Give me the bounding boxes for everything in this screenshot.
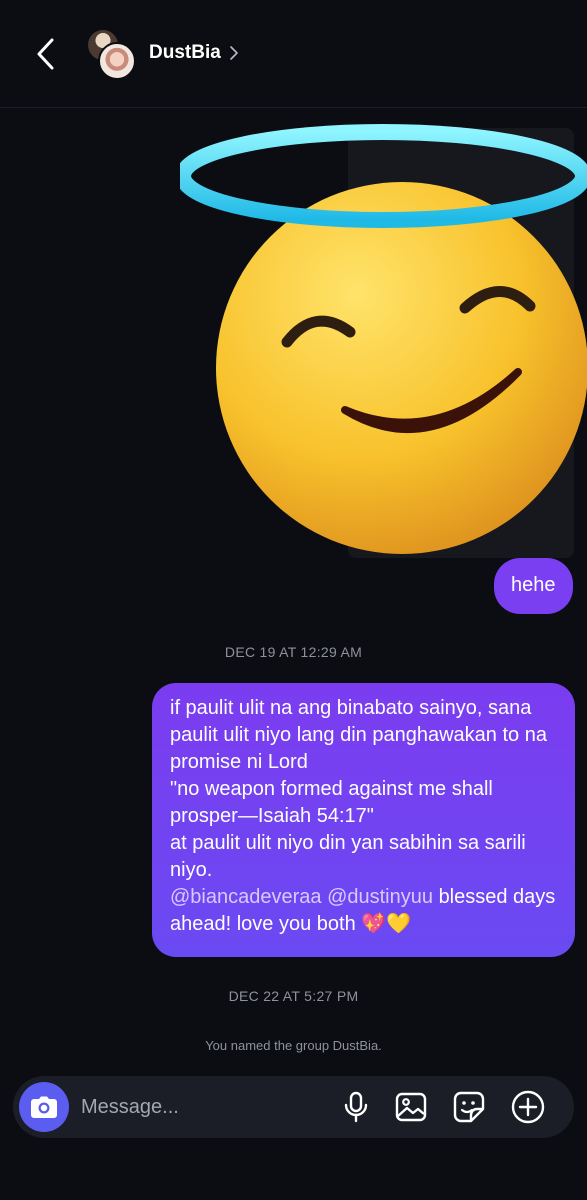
microphone-icon [344, 1091, 368, 1123]
mention-link[interactable]: @dustinyuu [327, 886, 433, 908]
group-name: DustBia [149, 42, 221, 63]
back-button[interactable] [30, 34, 62, 74]
message-text: if paulit ulit na ang binabato sainyo, s… [170, 697, 547, 773]
timestamp: DEC 19 AT 12:29 AM [224, 644, 363, 660]
camera-button[interactable] [19, 1082, 69, 1132]
message-text: "no weapon formed against me shall prosp… [170, 778, 493, 827]
smiling-face-with-halo-sticker[interactable] [180, 110, 587, 560]
mention-link[interactable]: @biancadeveraa [170, 886, 322, 908]
image-icon [395, 1092, 427, 1122]
plus-circle-icon [511, 1090, 545, 1124]
message-bubble-sent[interactable]: hehe [494, 558, 573, 614]
group-avatar[interactable] [86, 28, 138, 80]
more-options-button[interactable] [510, 1089, 546, 1125]
message-text: at paulit ulit niyo din yan sabihin sa s… [170, 832, 526, 881]
chat-header: DustBia [0, 0, 587, 108]
sticker-icon [453, 1091, 485, 1123]
chevron-right-icon [229, 46, 238, 60]
chevron-left-icon [37, 38, 54, 70]
group-title-button[interactable]: DustBia [149, 42, 239, 64]
message-input[interactable] [81, 1090, 321, 1124]
message-bubble-sent[interactable]: if paulit ulit na ang binabato sainyo, s… [152, 683, 575, 957]
system-note: You named the group DustBia. [205, 1038, 382, 1053]
camera-icon [31, 1096, 57, 1118]
sticker-button[interactable] [451, 1089, 487, 1125]
voice-message-button[interactable] [338, 1089, 374, 1125]
avatar [98, 42, 136, 80]
message-text: hehe [511, 574, 556, 596]
timestamp: DEC 22 AT 5:27 PM [228, 988, 359, 1004]
message-composer [13, 1076, 574, 1138]
gallery-button[interactable] [393, 1089, 429, 1125]
message-text: @biancadeveraa @dustinyuu blessed days a… [170, 884, 557, 938]
